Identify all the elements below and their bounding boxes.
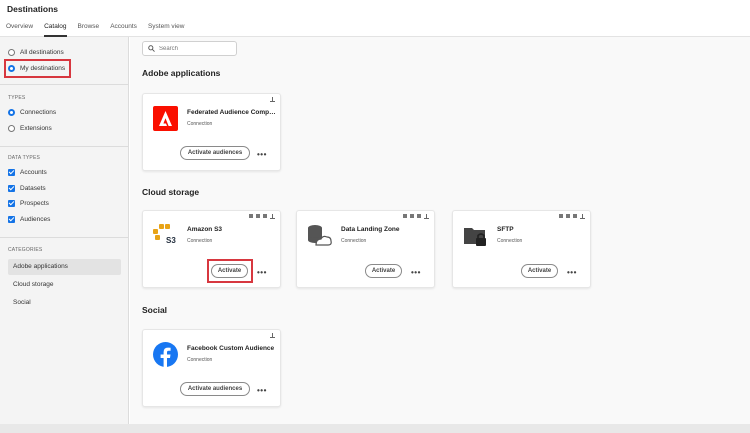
search-icon — [148, 45, 155, 52]
destination-card[interactable]: Federated Audience Composit... Connectio… — [142, 93, 281, 171]
card-title: Federated Audience Composit... — [187, 109, 277, 116]
s3-logo-text: S3 — [166, 236, 176, 245]
audience-icon — [573, 214, 577, 218]
prospect-icon — [256, 214, 260, 218]
more-options-icon[interactable]: ••• — [257, 387, 267, 395]
connections-radio[interactable]: Connections — [0, 105, 129, 121]
card-type: Connection — [497, 238, 523, 244]
dataset-icon — [249, 214, 253, 218]
all-destinations-label: All destinations — [20, 49, 64, 57]
activate-button[interactable]: Activate — [521, 264, 558, 278]
tab-catalog[interactable]: Catalog — [44, 22, 67, 37]
download-icon — [270, 97, 275, 102]
tab-overview[interactable]: Overview — [6, 22, 33, 37]
checkbox-checked-icon — [8, 215, 15, 223]
more-options-icon[interactable]: ••• — [257, 269, 267, 277]
card-actions — [270, 333, 275, 338]
section-title-cloud: Cloud storage — [142, 187, 200, 197]
download-icon — [424, 214, 429, 219]
checkbox-checked-icon — [8, 184, 15, 192]
audiences-checkbox[interactable]: Audiences — [0, 212, 129, 228]
page-title: Destinations — [7, 4, 59, 14]
card-type: Connection — [187, 121, 213, 127]
top-bar: Destinations Overview Catalog Browse Acc… — [0, 0, 750, 37]
card-title: Data Landing Zone — [341, 226, 400, 233]
catalog-main: Adobe applications Federated Audience Co… — [130, 37, 750, 424]
category-adobe-applications[interactable]: Adobe applications — [8, 259, 121, 275]
destination-card[interactable]: SFTP Connection Activate ••• — [452, 210, 591, 288]
card-title: SFTP — [497, 226, 514, 233]
radio-checked-icon — [8, 109, 15, 117]
audience-icon — [263, 214, 267, 218]
types-filter: TYPES Connections Extensions — [0, 95, 129, 136]
dataset-icon — [559, 214, 563, 218]
adobe-logo — [153, 106, 178, 131]
horizontal-scrollbar[interactable] — [0, 424, 750, 433]
destination-card[interactable]: Data Landing Zone Connection Activate ••… — [296, 210, 435, 288]
tab-browse[interactable]: Browse — [78, 22, 100, 37]
category-social[interactable]: Social — [8, 295, 121, 311]
radio-unchecked-icon — [8, 49, 15, 57]
download-icon — [270, 214, 275, 219]
destination-card[interactable]: Facebook Custom Audience Connection Acti… — [142, 329, 281, 407]
download-icon — [580, 214, 585, 219]
divider — [0, 84, 128, 85]
category-cloud-storage[interactable]: Cloud storage — [8, 277, 121, 293]
more-options-icon[interactable]: ••• — [411, 269, 421, 277]
checkbox-checked-icon — [8, 200, 15, 208]
prospect-icon — [410, 214, 414, 218]
annotation-highlight — [207, 259, 253, 283]
destination-card[interactable]: S3 Amazon S3 Connection Activate ••• — [142, 210, 281, 288]
audience-icon — [417, 214, 421, 218]
download-icon — [270, 333, 275, 338]
amazon-s3-logo: S3 — [153, 224, 176, 245]
checkbox-checked-icon — [8, 169, 15, 177]
prospects-label: Prospects — [20, 200, 49, 208]
activate-audiences-button[interactable]: Activate audiences — [180, 146, 250, 160]
facebook-logo — [153, 342, 178, 367]
connections-label: Connections — [20, 109, 57, 117]
datasets-checkbox[interactable]: Datasets — [0, 181, 129, 197]
tab-system-view[interactable]: System view — [148, 22, 184, 37]
extensions-radio[interactable]: Extensions — [0, 121, 129, 137]
search-box[interactable] — [142, 41, 237, 56]
tab-accounts[interactable]: Accounts — [110, 22, 137, 37]
search-input[interactable] — [159, 45, 229, 52]
data-landing-zone-logo — [308, 225, 332, 246]
card-type: Connection — [341, 238, 367, 244]
tab-bar: Overview Catalog Browse Accounts System … — [6, 22, 195, 37]
card-title: Facebook Custom Audience — [187, 345, 275, 352]
accounts-label: Accounts — [20, 169, 47, 177]
datasets-label: Datasets — [20, 184, 46, 192]
more-options-icon[interactable]: ••• — [567, 269, 577, 277]
divider — [0, 237, 128, 238]
audiences-label: Audiences — [20, 215, 51, 223]
extensions-label: Extensions — [20, 124, 52, 132]
radio-unchecked-icon — [8, 124, 15, 132]
prospects-checkbox[interactable]: Prospects — [0, 196, 129, 212]
card-type: Connection — [187, 357, 213, 363]
annotation-highlight — [4, 59, 71, 78]
filter-sidebar: All destinations My destinations TYPES C… — [0, 37, 129, 424]
card-actions — [270, 97, 275, 102]
card-title: Amazon S3 — [187, 226, 223, 233]
card-actions — [249, 214, 275, 219]
divider — [0, 146, 128, 147]
card-type: Connection — [187, 238, 213, 244]
prospect-icon — [566, 214, 570, 218]
card-actions — [559, 214, 585, 219]
card-actions — [403, 214, 429, 219]
section-title-adobe: Adobe applications — [142, 68, 221, 78]
activate-button[interactable]: Activate — [365, 264, 402, 278]
accounts-checkbox[interactable]: Accounts — [0, 165, 129, 181]
dataset-icon — [403, 214, 407, 218]
section-title-social: Social — [142, 305, 168, 315]
activate-audiences-button[interactable]: Activate audiences — [180, 382, 250, 396]
categories-filter: CATEGORIES Adobe applications Cloud stor… — [0, 247, 129, 311]
sftp-logo — [464, 228, 486, 246]
more-options-icon[interactable]: ••• — [257, 151, 267, 159]
data-types-filter: DATA TYPES Accounts Datasets Prospects A… — [0, 155, 129, 227]
